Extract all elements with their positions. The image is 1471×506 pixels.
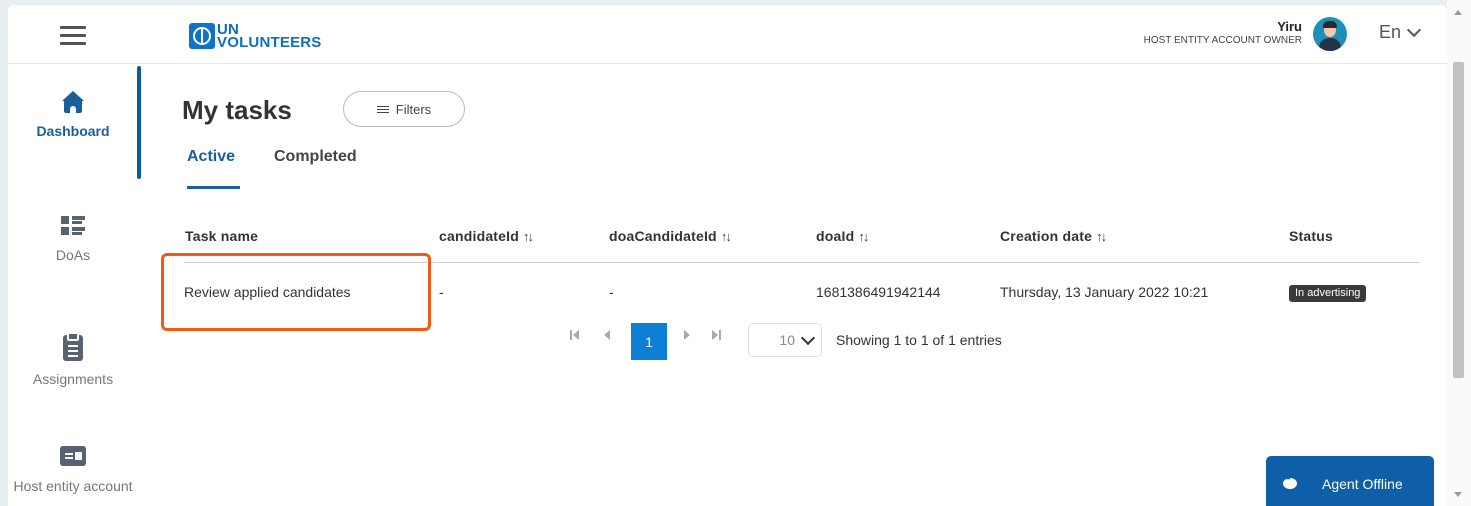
tab-active[interactable]: Active [187,148,235,166]
un-emblem-icon [189,23,215,49]
hamburger-menu-icon[interactable] [60,26,86,46]
cell-candidateid: - [439,284,444,300]
column-header-doacandidateid[interactable]: doaCandidateId ↑↓ [609,228,732,244]
list-icon [61,215,85,237]
column-header-status: Status [1289,228,1333,244]
column-label: Task name [185,228,259,244]
column-header-creation-date[interactable]: Creation date ↑↓ [1000,228,1107,244]
scroll-down-icon[interactable] [1454,492,1462,497]
page-size-select[interactable]: 10 [748,323,822,357]
un-volunteers-logo[interactable]: UN VOLUNTEERS [189,22,322,51]
chat-label: Agent Offline [1322,475,1403,492]
status-badge: In advertising [1289,285,1367,302]
page-title: My tasks [182,95,292,125]
column-header-task-name: Task name [185,228,258,244]
user-name: Yiru [1277,19,1302,34]
first-page-icon[interactable] [573,330,579,340]
filters-label: Filters [395,101,432,117]
tab-completed[interactable]: Completed [274,148,357,166]
chevron-down-icon [800,330,816,345]
column-label: Status [1289,228,1333,244]
top-header: UN VOLUNTEERS Yiru HOST ENTITY ACCOUNT O… [8,5,1447,64]
agent-chat-button[interactable]: Agent Offline [1266,456,1434,506]
pagination-info: Showing 1 to 1 of 1 entries [836,332,1002,348]
id-card-icon [60,446,86,466]
sidebar-item-host-entity-account[interactable]: Host entity account [8,446,138,494]
clipboard-icon [63,332,83,361]
sidebar-item-dashboard[interactable]: Dashboard [8,91,138,139]
chat-bubble-icon [1283,474,1297,489]
cell-doacandidateid: - [609,284,614,300]
user-role: HOST ENTITY ACCOUNT OWNER [1143,35,1302,46]
vertical-scrollbar[interactable] [1447,0,1471,506]
column-header-doaid[interactable]: doaId ↑↓ [816,228,869,244]
sort-icon[interactable]: ↑↓ [1096,229,1107,244]
filters-button[interactable]: Filters [343,91,465,127]
column-label: doaId [816,228,855,244]
sidebar-item-doas[interactable]: DoAs [8,215,138,263]
home-icon [62,91,84,113]
scroll-up-icon[interactable] [1454,10,1462,15]
scroll-thumb[interactable] [1453,62,1464,378]
highlight-box [161,253,431,331]
language-label: En [1379,22,1402,42]
sidebar: Dashboard DoAs Assignments Host entity a… [8,63,141,506]
column-label: candidateId [439,228,519,244]
cell-creation-date: Thursday, 13 January 2022 10:21 [1000,284,1209,300]
next-page-icon[interactable] [684,330,690,340]
sidebar-item-label: DoAs [55,247,91,263]
column-header-candidateid[interactable]: candidateId ↑↓ [439,228,534,244]
logo-line-2: VOLUNTEERS [217,34,322,51]
first-page-bar [570,330,572,340]
app-window: UN VOLUNTEERS Yiru HOST ENTITY ACCOUNT O… [8,5,1447,506]
column-label: Creation date [1000,228,1093,244]
cell-doaid: 1681386491942144 [816,284,941,300]
logo-text: UN VOLUNTEERS [217,22,322,51]
column-label: doaCandidateId [609,228,717,244]
sort-icon[interactable]: ↑↓ [523,229,534,244]
previous-page-icon[interactable] [604,330,610,340]
page-size-value: 10 [779,332,795,348]
language-selector[interactable]: En [1379,22,1422,43]
sidebar-item-assignments[interactable]: Assignments [8,332,138,387]
user-info[interactable]: Yiru HOST ENTITY ACCOUNT OWNER [1144,20,1302,47]
last-page-icon[interactable] [712,330,718,340]
avatar[interactable] [1313,17,1347,51]
page-button-1[interactable]: 1 [631,323,667,360]
chevron-down-icon [1406,22,1422,38]
sidebar-item-label: Assignments [32,371,114,387]
sort-icon[interactable]: ↑↓ [721,229,732,244]
sidebar-item-label: Dashboard [36,123,110,139]
sliders-icon [376,105,389,114]
tab-underline [187,186,240,189]
sidebar-item-label: Host entity account [13,478,133,494]
last-page-bar [719,330,721,340]
sort-icon[interactable]: ↑↓ [858,229,869,244]
